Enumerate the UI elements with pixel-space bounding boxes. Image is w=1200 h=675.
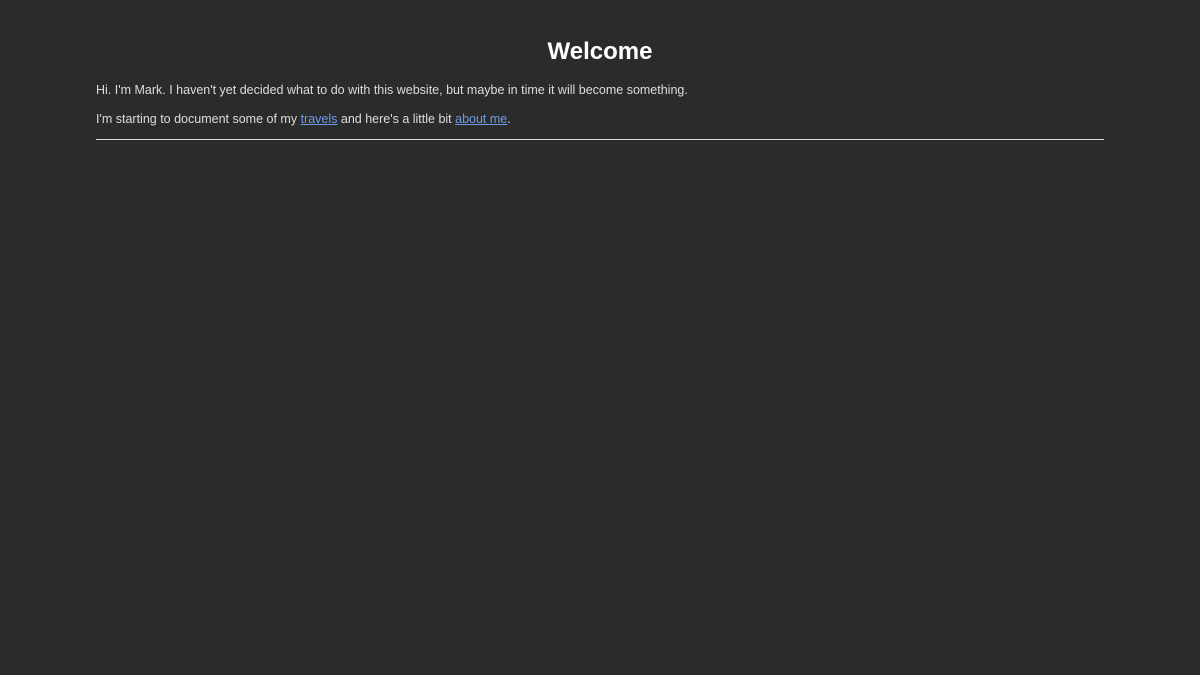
links-text-before: I'm starting to document some of my xyxy=(96,112,301,126)
links-text-after: . xyxy=(507,112,511,126)
travels-link[interactable]: travels xyxy=(301,112,338,126)
links-text-middle: and here's a little bit xyxy=(337,112,456,126)
about-me-link[interactable]: about me xyxy=(455,112,507,126)
intro-paragraph: Hi. I'm Mark. I haven't yet decided what… xyxy=(96,83,688,97)
links-paragraph: I'm starting to document some of my trav… xyxy=(96,111,511,127)
page: Welcome Hi. I'm Mark. I haven't yet deci… xyxy=(0,0,1200,675)
page-title: Welcome xyxy=(547,38,653,65)
horizontal-divider xyxy=(96,139,1104,140)
